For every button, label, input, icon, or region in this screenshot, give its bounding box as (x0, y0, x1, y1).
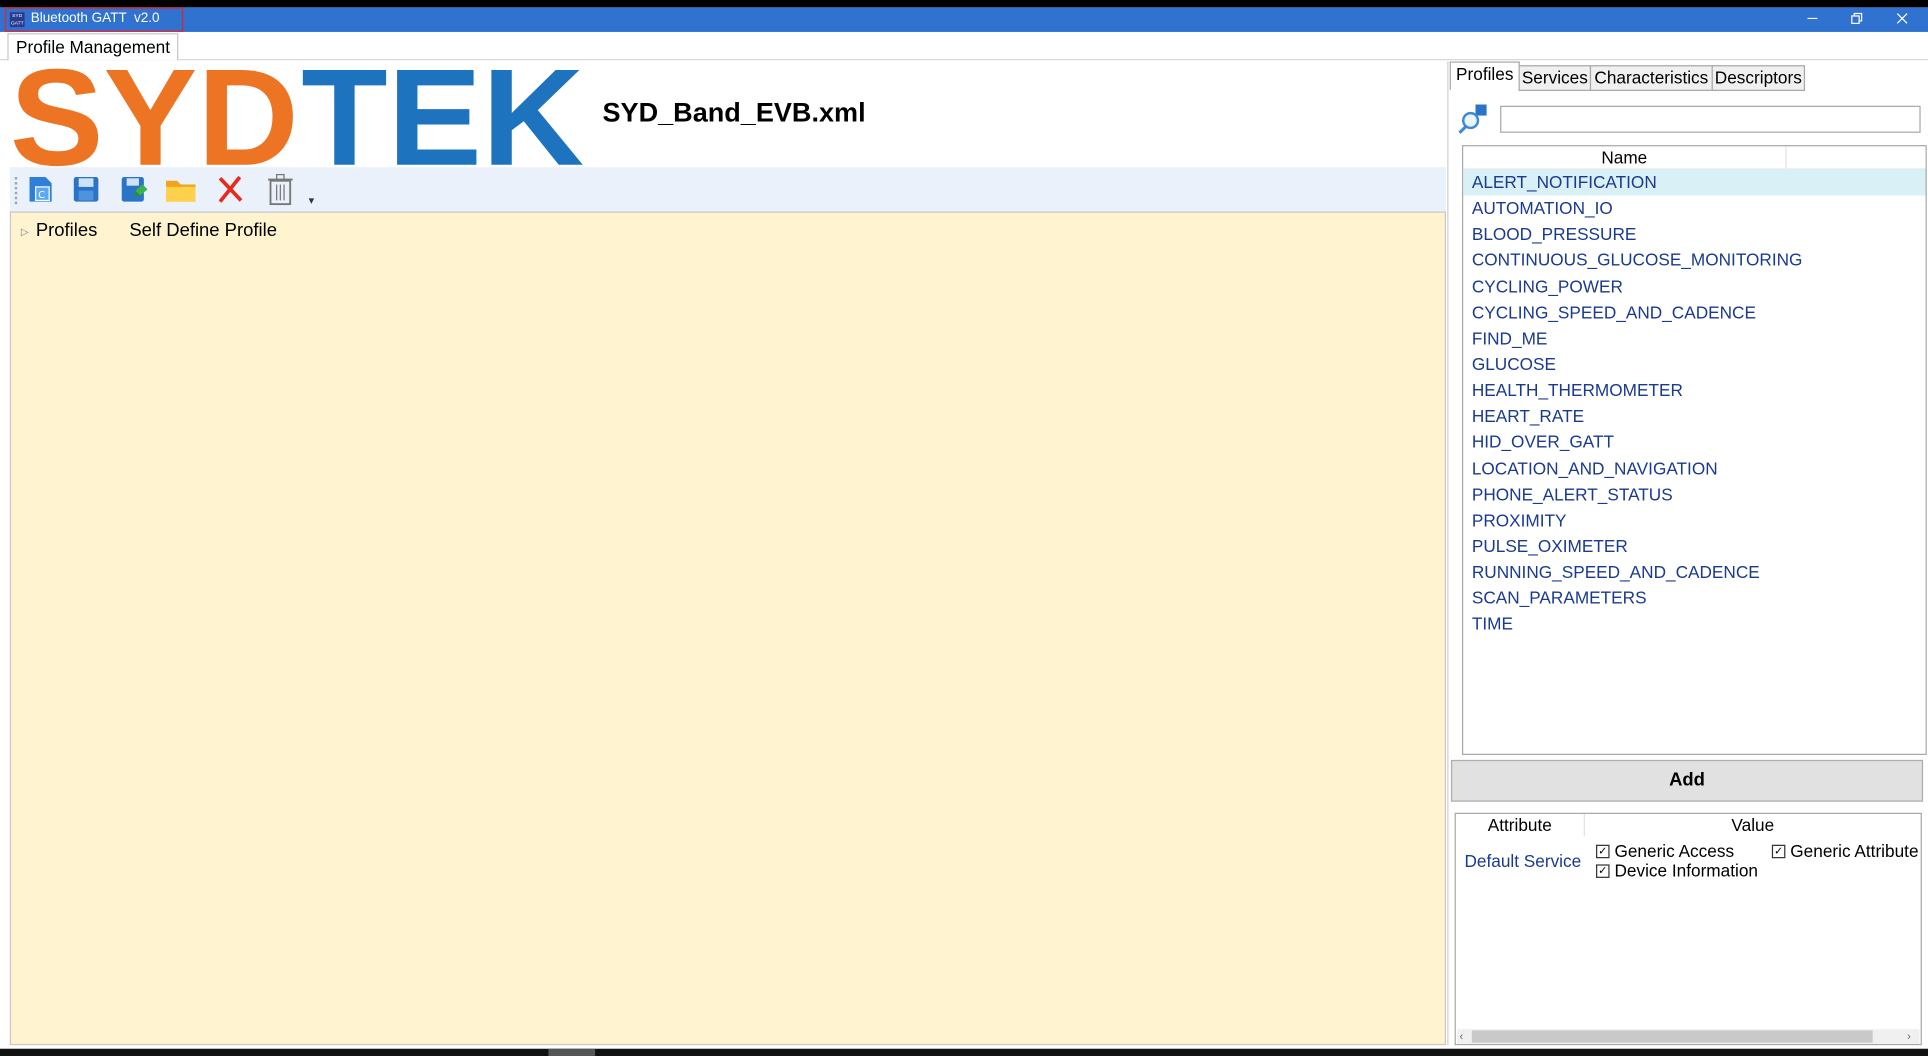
checkbox-label: Generic Attribute (1790, 841, 1919, 861)
attribute-header: Attribute Value (1456, 813, 1921, 837)
checkbox-check-icon[interactable]: ✓ (1596, 844, 1610, 858)
expand-arrow-icon[interactable]: ▷ (21, 226, 29, 237)
list-item[interactable]: FIND_ME (1463, 326, 1925, 352)
scroll-left-icon[interactable]: ‹ (1460, 1029, 1464, 1044)
toolbar: C ▾ (9, 167, 1447, 212)
search-input[interactable] (1500, 105, 1921, 133)
list-item[interactable]: PROXIMITY (1463, 508, 1925, 534)
profile-list[interactable]: Name ALERT_NOTIFICATION AUTOMATION_IO BLOO… (1461, 145, 1927, 755)
list-item[interactable]: LOCATION_AND_NAVIGATION (1463, 456, 1925, 482)
checkbox-check-icon[interactable]: ✓ (1771, 844, 1786, 858)
list-item[interactable]: HEART_RATE (1463, 404, 1925, 430)
svg-text:C: C (38, 190, 45, 201)
column-header-attribute: Attribute (1456, 813, 1585, 837)
save-as-icon[interactable] (116, 172, 153, 206)
tab-descriptors[interactable]: Descriptors (1711, 65, 1806, 91)
tab-profiles[interactable]: Profiles (1449, 61, 1520, 90)
taskbar-item[interactable] (548, 1048, 596, 1056)
checkbox-device-information[interactable]: ✓ Device Information (1596, 860, 1758, 881)
list-item[interactable]: PHONE_ALERT_STATUS (1463, 482, 1925, 508)
tree-node-profiles[interactable]: ▷ Profiles Self Define Profile (21, 220, 277, 241)
list-item[interactable]: GLUCOSE (1463, 352, 1925, 378)
list-item[interactable]: CONTINUOUS_GLUCOSE_MONITORING (1463, 248, 1925, 274)
horizontal-scrollbar[interactable]: ‹ › (1457, 1029, 1920, 1044)
tree-node-label: Profiles (35, 220, 98, 242)
minimize-icon[interactable] (1790, 7, 1834, 32)
list-item[interactable]: ALERT_NOTIFICATION (1463, 169, 1926, 196)
list-item[interactable]: HID_OVER_GATT (1463, 430, 1925, 456)
tab-characteristics[interactable]: Characteristics (1589, 65, 1713, 91)
list-item[interactable]: BLOOD_PRESSURE (1463, 222, 1925, 248)
list-item[interactable]: AUTOMATION_IO (1463, 196, 1925, 222)
window-title: Bluetooth GATT v2.0 (30, 11, 160, 26)
title-bar[interactable]: SYD GATT Bluetooth GATT v2.0 (0, 7, 1928, 32)
add-button[interactable]: Add (1450, 759, 1924, 802)
list-item[interactable]: SCAN_PARAMETERS (1463, 586, 1925, 612)
column-header-name[interactable]: Name (1463, 146, 1787, 169)
checkbox-check-icon[interactable]: ✓ (1596, 863, 1610, 878)
checkbox-label: Generic Access (1614, 841, 1735, 861)
menu-bar: Profile Management (0, 31, 1928, 61)
checkbox-label: Device Information (1614, 860, 1758, 881)
svg-text:TEK: TEK (301, 61, 584, 167)
close-icon[interactable] (1880, 7, 1924, 32)
file-name: SYD_Band_EVB.xml (602, 97, 866, 128)
svg-text:SYD: SYD (10, 61, 299, 167)
screen: SYD GATT Bluetooth GATT v2.0 Profile Man… (0, 0, 1928, 1056)
editor-pane: SYD TEK SYD_Band_EVB.xml C ▾ ▷ Profiles … (9, 61, 1447, 1046)
save-icon[interactable] (68, 172, 105, 206)
toolbar-grip[interactable] (14, 177, 20, 205)
library-pane: Profiles Services Characteristics Descri… (1447, 61, 1928, 1046)
app-icon: SYD GATT (9, 12, 25, 28)
tree-node-value: Self Define Profile (129, 220, 277, 242)
list-item[interactable]: HEALTH_THERMOMETER (1463, 378, 1925, 404)
search-icon[interactable] (1458, 104, 1488, 135)
open-folder-icon[interactable] (162, 172, 199, 206)
list-item[interactable]: CYCLING_POWER (1463, 274, 1925, 300)
scrollbar-thumb[interactable] (1471, 1030, 1873, 1043)
tab-services[interactable]: Services (1518, 65, 1592, 91)
list-header: Name (1463, 146, 1926, 170)
restore-icon[interactable] (1835, 7, 1879, 32)
delete-icon[interactable] (211, 172, 248, 206)
attribute-panel: Attribute Value Default Service ✓ Generic… (1454, 812, 1922, 1046)
taskbar (0, 1048, 1928, 1056)
profile-list-items: ALERT_NOTIFICATION AUTOMATION_IO BLOOD_PRE… (1463, 169, 1926, 638)
list-item[interactable]: TIME (1463, 612, 1925, 638)
list-item[interactable]: PULSE_OXIMETER (1463, 534, 1925, 560)
checkbox-generic-attribute[interactable]: ✓ Generic Attribute (1771, 841, 1919, 861)
sydtek-logo: SYD TEK (10, 61, 584, 167)
column-header-value: Value (1731, 815, 1775, 835)
list-item[interactable]: RUNNING_SPEED_AND_CADENCE (1463, 560, 1925, 586)
scroll-right-icon[interactable]: › (1907, 1029, 1911, 1044)
new-file-icon[interactable]: C (22, 172, 59, 206)
app-window: SYD GATT Bluetooth GATT v2.0 Profile Man… (0, 7, 1928, 1049)
profile-tree[interactable]: ▷ Profiles Self Define Profile (9, 211, 1447, 1046)
checkbox-generic-access[interactable]: ✓ Generic Access (1596, 841, 1734, 861)
trash-icon[interactable] (262, 172, 299, 206)
attribute-key: Default Service (1464, 850, 1582, 871)
tab-profile-management[interactable]: Profile Management (7, 33, 179, 61)
list-item[interactable]: CYCLING_SPEED_AND_CADENCE (1463, 300, 1925, 326)
toolbar-overflow-icon[interactable]: ▾ (309, 194, 315, 208)
